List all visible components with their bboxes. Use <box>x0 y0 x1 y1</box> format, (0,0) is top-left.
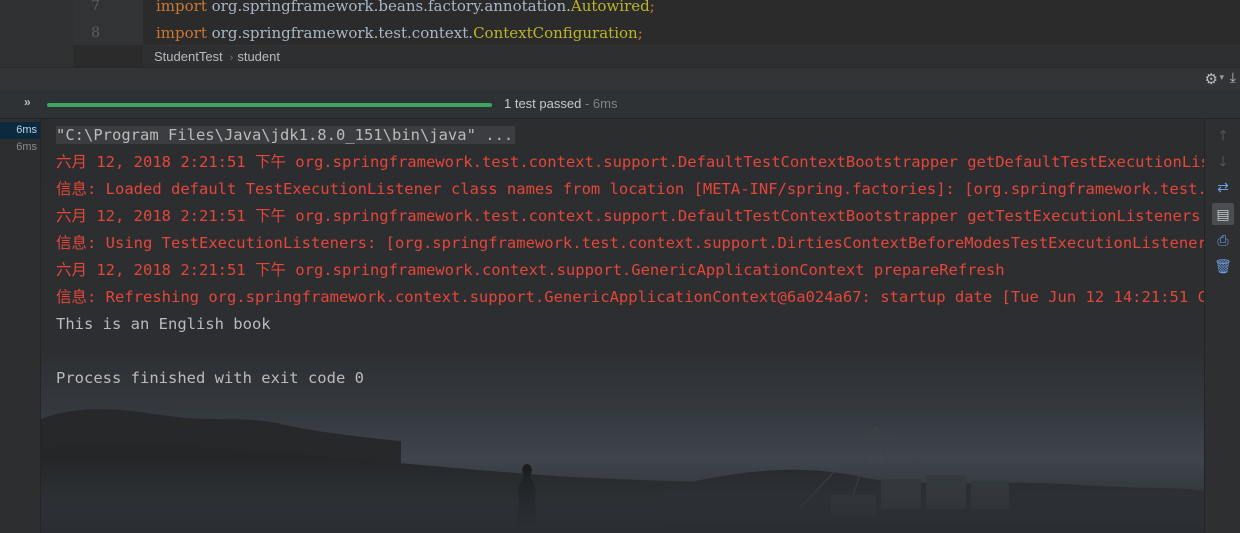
log-line: 信息: Using TestExecutionListeners: [org.s… <box>56 234 1204 252</box>
test-status-bar: » 1 test passed - 6ms <box>0 90 1240 119</box>
pin-to-bottom-icon[interactable]: ⤓ <box>1230 69 1236 86</box>
log-line: 信息: Loaded default TestExecutionListener… <box>56 180 1204 198</box>
down-arrow-icon[interactable]: 🡓 <box>1212 150 1234 172</box>
code-line[interactable]: 8 import org.springframework.test.contex… <box>0 20 1240 47</box>
test-tree-row[interactable]: 6ms <box>0 122 40 139</box>
test-tree[interactable]: 6ms 6ms <box>0 119 41 533</box>
import-statement[interactable]: import org.springframework.test.context.… <box>156 20 643 47</box>
class-name: Autowired <box>570 0 650 15</box>
console-output[interactable]: "C:\Program Files\Java\jdk1.8.0_151\bin\… <box>41 119 1204 533</box>
program-output: This is an English book <box>56 315 271 333</box>
semicolon: ; <box>649 0 655 15</box>
breadcrumb-separator: › <box>229 52 234 64</box>
exit-message: Process finished with exit code 0 <box>56 369 364 387</box>
log-line: 六月 12, 2018 2:21:51 下午 org.springframewo… <box>56 261 1005 279</box>
settings-gear-icon[interactable]: ⚙ <box>1205 70 1218 88</box>
log-line: 信息: Refreshing org.springframework.conte… <box>56 288 1204 306</box>
test-status-time: - 6ms <box>581 96 618 111</box>
trash-icon[interactable]: 🗑 <box>1212 255 1234 277</box>
log-line: 六月 12, 2018 2:21:51 下午 org.springframewo… <box>56 207 1201 225</box>
breadcrumb-class[interactable]: StudentTest <box>154 49 223 64</box>
up-arrow-icon[interactable]: 🡑 <box>1212 124 1234 146</box>
chevron-down-icon[interactable]: ▾ <box>1219 72 1224 83</box>
java-command: "C:\Program Files\Java\jdk1.8.0_151\bin\… <box>56 126 516 144</box>
line-number: 7 <box>91 0 100 14</box>
run-toolbar: ⚙ ▾ ⤓ <box>0 67 1240 91</box>
test-duration: 6ms <box>16 141 37 153</box>
console-command-line: "C:\Program Files\Java\jdk1.8.0_151\bin\… <box>56 122 516 149</box>
package-path: org.springframework.test.context. <box>211 24 474 42</box>
breadcrumb: StudentTest › student <box>143 45 1240 68</box>
soft-wrap-icon[interactable]: ⇄ <box>1212 176 1234 198</box>
code-editor[interactable]: 7 import org.springframework.beans.facto… <box>0 0 1240 68</box>
test-tree-row[interactable]: 6ms <box>0 139 40 156</box>
import-keyword: import <box>156 0 207 15</box>
breadcrumb-member[interactable]: student <box>237 49 280 64</box>
code-line[interactable]: 7 import org.springframework.beans.facto… <box>0 0 1240 20</box>
test-duration: 6ms <box>16 124 37 136</box>
print-icon[interactable]: ⎙ <box>1212 229 1234 251</box>
import-keyword: import <box>156 24 207 42</box>
package-path: org.springframework.beans.factory.annota… <box>211 0 571 15</box>
console-tool-strip: 🡑 🡓 ⇄ ▤ ⎙ 🗑 <box>1204 119 1240 533</box>
class-name: ContextConfiguration <box>473 24 638 42</box>
test-status-text: 1 test passed <box>504 96 582 111</box>
test-status: 1 test passed - 6ms <box>504 96 617 111</box>
line-number: 8 <box>91 25 100 41</box>
import-statement[interactable]: import org.springframework.beans.factory… <box>156 0 655 20</box>
scroll-to-end-icon[interactable]: ▤ <box>1212 203 1234 225</box>
log-line: 六月 12, 2018 2:21:51 下午 org.springframewo… <box>56 153 1204 171</box>
test-progress-bar <box>47 103 492 107</box>
semicolon: ; <box>637 24 643 42</box>
expand-icon[interactable]: » <box>24 95 31 109</box>
progress-fill <box>47 103 492 107</box>
